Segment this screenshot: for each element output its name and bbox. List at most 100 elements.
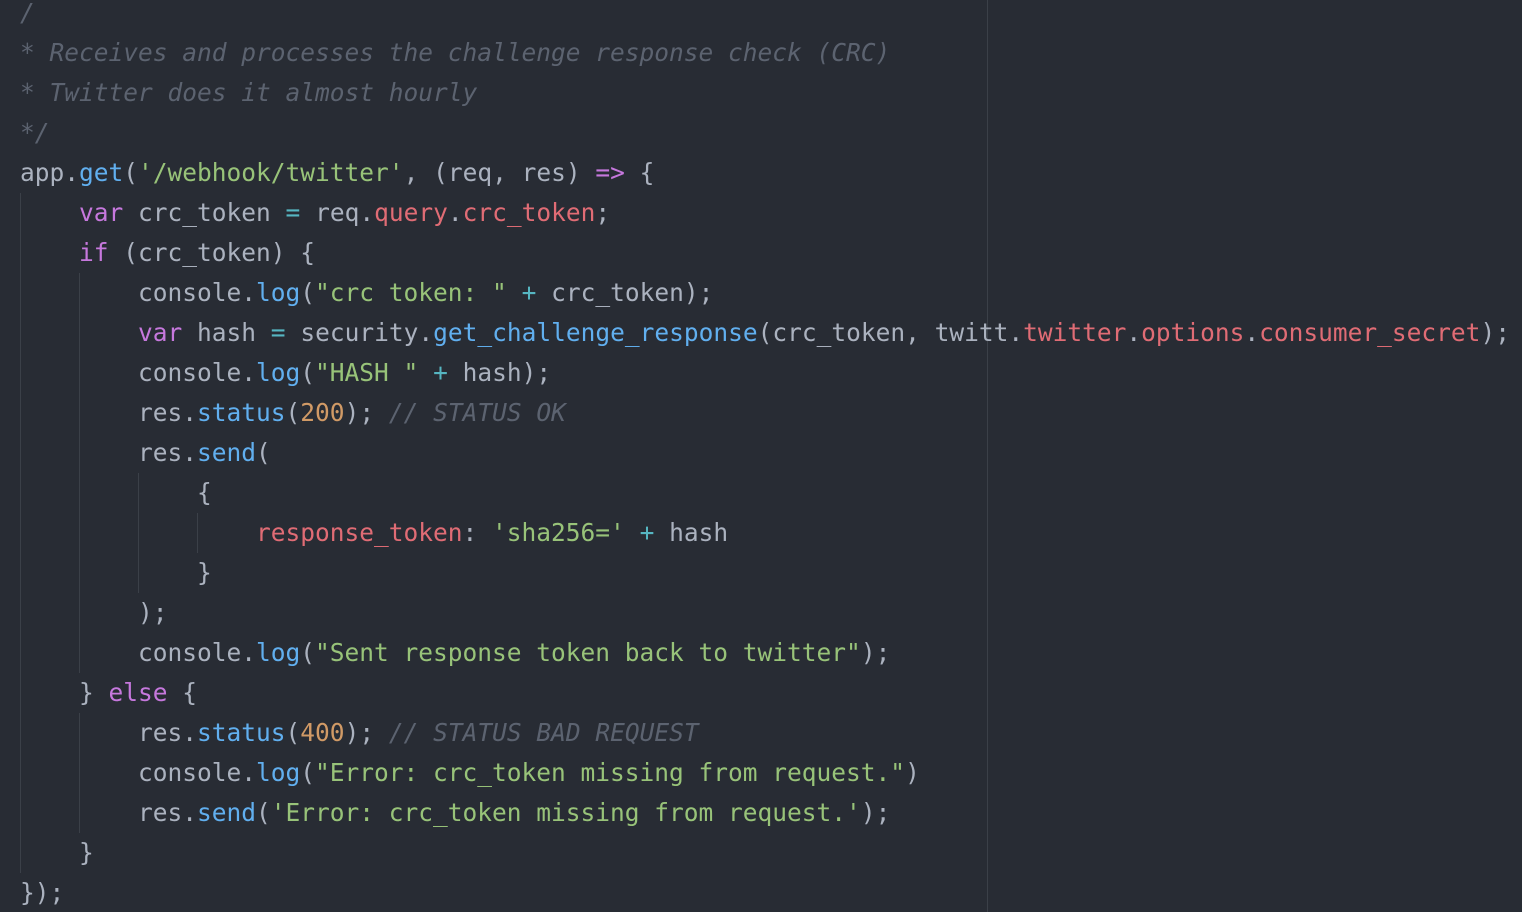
code-token-plain: ( xyxy=(300,758,316,787)
indent-guide xyxy=(79,633,81,673)
code-token-plain: { xyxy=(20,478,212,507)
code-token-comment: // STATUS OK xyxy=(388,398,566,427)
code-line[interactable]: res.status(200); // STATUS OK xyxy=(20,393,1510,433)
indent-guide xyxy=(20,793,21,833)
code-token-plain: ( xyxy=(285,398,301,427)
code-token-plain: ); xyxy=(1480,318,1510,347)
code-token-plain: } xyxy=(20,838,94,867)
code-line[interactable]: }); xyxy=(20,873,1510,912)
code-token-comment: * Twitter does it almost hourly xyxy=(20,78,478,107)
code-token-func: log xyxy=(256,638,301,667)
code-line[interactable]: var hash = security.get_challenge_respon… xyxy=(20,313,1510,353)
code-token-keyword: else xyxy=(108,678,168,707)
code-token-plain: ); xyxy=(344,718,389,747)
code-token-plain: res. xyxy=(20,798,198,827)
code-line[interactable]: } xyxy=(20,833,1510,873)
code-token-comment: */ xyxy=(20,118,50,147)
code-line[interactable]: { xyxy=(20,473,1510,513)
code-line[interactable]: ); xyxy=(20,593,1510,633)
code-token-prop: twitter xyxy=(1023,318,1127,347)
code-token-comment: / xyxy=(20,0,35,27)
code-token-string: '/webhook/twitter' xyxy=(138,158,404,187)
code-line[interactable]: res.status(400); // STATUS BAD REQUEST xyxy=(20,713,1510,753)
code-token-string: 'sha256=' xyxy=(492,518,625,547)
code-token-func: status xyxy=(197,718,286,747)
code-editor[interactable]: / * Receives and processes the challenge … xyxy=(0,0,1522,912)
code-token-string: "Sent response token back to twitter" xyxy=(315,638,861,667)
code-token-plain: ); xyxy=(860,638,891,667)
code-token-func: status xyxy=(197,398,286,427)
indent-guide xyxy=(138,513,140,553)
code-token-plain: } xyxy=(20,558,212,587)
indent-guide xyxy=(79,553,81,593)
code-line[interactable]: res.send('Error: crc_token missing from … xyxy=(20,793,1510,833)
code-token-plain: hash xyxy=(182,318,271,347)
code-line[interactable]: app.get('/webhook/twitter', (req, res) =… xyxy=(20,153,1510,193)
code-line[interactable]: res.send( xyxy=(20,433,1510,473)
code-line[interactable]: console.log("HASH " + hash); xyxy=(20,353,1510,393)
code-line[interactable]: / xyxy=(20,0,1510,33)
code-line[interactable]: } xyxy=(20,553,1510,593)
code-token-plain: security. xyxy=(285,318,434,347)
indent-guide xyxy=(79,273,81,313)
code-token-plain: : xyxy=(462,518,493,547)
code-token-func: get_challenge_response xyxy=(433,318,758,347)
indent-guide xyxy=(20,193,21,233)
indent-guide xyxy=(20,353,21,393)
code-line[interactable]: console.log("crc token: " + crc_token); xyxy=(20,273,1510,313)
indent-guide xyxy=(197,513,199,553)
code-line[interactable]: */ xyxy=(20,113,1510,153)
code-token-plain: . xyxy=(447,198,463,227)
code-token-keyword: => xyxy=(595,158,625,187)
indent-guide xyxy=(79,393,81,433)
code-token-plain: ( xyxy=(256,438,271,467)
code-token-plain: ); xyxy=(344,398,389,427)
code-token-op: + xyxy=(521,278,537,307)
code-token-plain: ( xyxy=(300,358,316,387)
code-token-number: 200 xyxy=(300,398,345,427)
code-token-prop: consumer_secret xyxy=(1259,318,1481,347)
code-token-plain: (crc_token, twitt. xyxy=(757,318,1024,347)
code-line[interactable]: console.log("Error: crc_token missing fr… xyxy=(20,753,1510,793)
code-token-plain: req. xyxy=(300,198,375,227)
indent-guide xyxy=(20,713,21,753)
indent-guide xyxy=(20,673,21,713)
indent-guide xyxy=(20,273,21,313)
code-line[interactable]: * Receives and processes the challenge r… xyxy=(20,33,1510,73)
code-lines[interactable]: / * Receives and processes the challenge … xyxy=(20,0,1510,912)
code-token-op: = xyxy=(270,318,286,347)
code-token-plain: ( xyxy=(300,638,316,667)
code-token-plain: ); xyxy=(860,798,891,827)
indent-guide xyxy=(20,633,21,673)
indent-guide xyxy=(79,753,81,793)
indent-guide xyxy=(79,593,81,633)
code-line[interactable]: if (crc_token) { xyxy=(20,233,1510,273)
code-token-prop: options xyxy=(1141,318,1245,347)
code-token-plain: ; xyxy=(595,198,611,227)
code-line[interactable]: } else { xyxy=(20,673,1510,713)
code-line[interactable]: response_token: 'sha256=' + hash xyxy=(20,513,1510,553)
indent-guide xyxy=(79,353,81,393)
code-token-plain: ) xyxy=(905,758,920,787)
code-token-plain: res. xyxy=(20,718,198,747)
code-token-prop: query xyxy=(374,198,448,227)
code-token-string: "Error: crc_token missing from request." xyxy=(315,758,906,787)
indent-guide xyxy=(20,553,21,593)
code-line[interactable]: var crc_token = req.query.crc_token; xyxy=(20,193,1510,233)
code-token-op: = xyxy=(285,198,301,227)
code-token-plain: (crc_token) { xyxy=(108,238,316,267)
code-token-string: "HASH " xyxy=(315,358,419,387)
code-line[interactable]: console.log("Sent response token back to… xyxy=(20,633,1510,673)
indent-guide xyxy=(20,513,21,553)
code-token-plain: ( xyxy=(300,278,316,307)
code-token-string: "crc token: " xyxy=(315,278,507,307)
code-line[interactable]: * Twitter does it almost hourly xyxy=(20,73,1510,113)
code-token-func: log xyxy=(256,278,301,307)
indent-guide xyxy=(20,833,21,873)
code-token-op: + xyxy=(433,358,448,387)
